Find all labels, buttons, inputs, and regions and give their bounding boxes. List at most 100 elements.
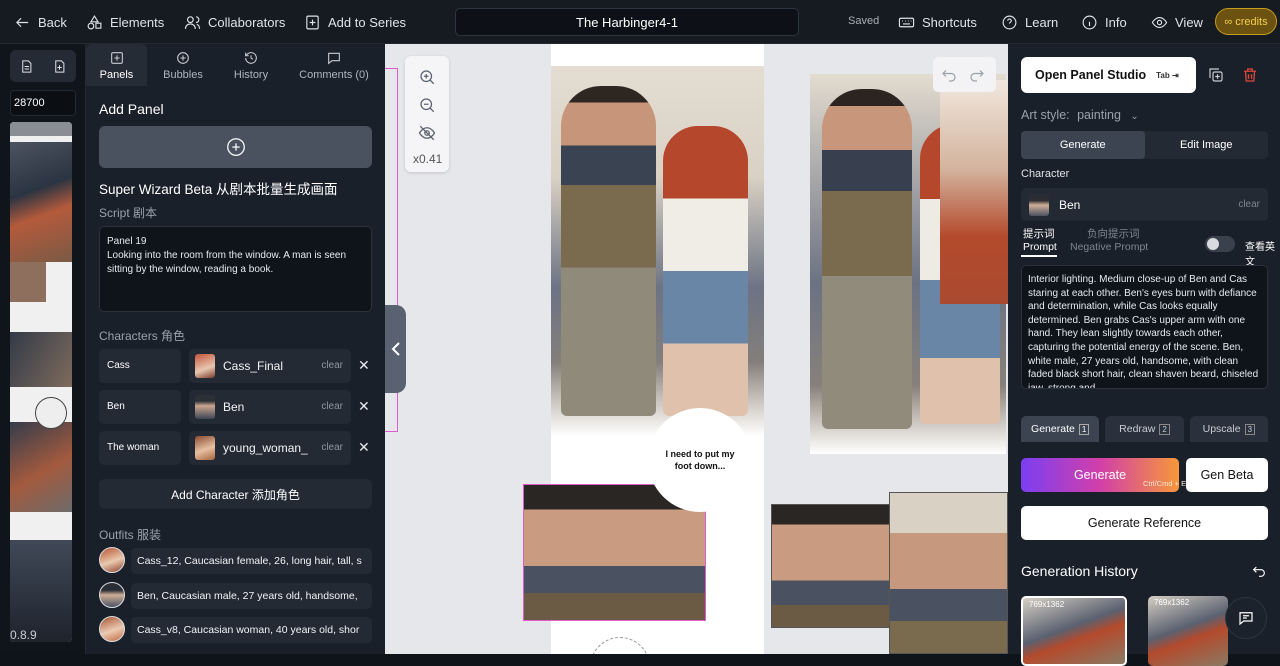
left-panel: Panels Bubbles History Comments (0) Add …: [86, 44, 385, 654]
new-page-icon[interactable]: [19, 59, 34, 74]
outfit-item[interactable]: Ben, Caucasian male, 27 years old, hands…: [99, 582, 372, 610]
tab-history[interactable]: History: [219, 44, 283, 86]
remove-character-icon[interactable]: ✕: [358, 357, 370, 374]
tab-panels[interactable]: Panels: [86, 44, 147, 86]
chat-icon: [1239, 612, 1253, 626]
history-thumbnail[interactable]: 769x1362: [1148, 596, 1228, 666]
thumbnail[interactable]: [10, 332, 72, 387]
open-panel-studio-button[interactable]: Open Panel Studio Tab ⇥: [1021, 57, 1196, 93]
right-panel: Open Panel Studio Tab ⇥ Art style: paint…: [1008, 44, 1280, 666]
character-model-select[interactable]: young_woman_ clear: [189, 431, 351, 465]
add-panel-button[interactable]: [99, 126, 372, 168]
zoom-in-icon[interactable]: [418, 68, 436, 86]
comic-panel[interactable]: [889, 492, 1008, 654]
character-row: Ben Ben clear ✕: [99, 390, 372, 424]
character-select[interactable]: Ben clear: [1021, 188, 1268, 221]
left-tabs: Panels Bubbles History Comments (0): [86, 44, 385, 86]
gen-beta-button[interactable]: Gen Beta: [1186, 458, 1268, 492]
character-figure: [822, 89, 912, 429]
thumbnail[interactable]: [10, 540, 72, 642]
tab-generate-mode[interactable]: Generate 1: [1021, 416, 1100, 442]
characters-label: Characters 角色: [99, 329, 186, 343]
character-model-select[interactable]: Cass_Final clear: [189, 349, 351, 383]
art-style-select[interactable]: Art style: painting ⌄: [1021, 108, 1139, 122]
undo-icon[interactable]: [940, 66, 958, 84]
learn-button[interactable]: Learn: [1001, 0, 1058, 44]
zoom-level: x0.41: [413, 152, 443, 166]
page-height-field[interactable]: 28700: [10, 90, 76, 116]
back-button[interactable]: Back: [14, 0, 67, 44]
prompt-textarea[interactable]: Interior lighting. Medium close-up of Be…: [1021, 265, 1268, 389]
remove-character-icon[interactable]: ✕: [358, 439, 370, 456]
tab-generate[interactable]: Generate: [1021, 131, 1145, 159]
info-icon: [1082, 15, 1097, 29]
collapse-panel-button[interactable]: [385, 305, 406, 393]
tab-prompt[interactable]: 提示词 Prompt: [1023, 228, 1057, 254]
view-button[interactable]: View: [1151, 0, 1203, 44]
clear-button[interactable]: clear: [321, 442, 343, 453]
history-thumbnail[interactable]: 769x1362: [1021, 596, 1127, 666]
trash-icon[interactable]: [1241, 66, 1259, 84]
character-name-field[interactable]: The woman: [99, 431, 181, 465]
tab-negative-prompt[interactable]: 负向提示词 Negative Prompt: [1070, 228, 1148, 254]
english-toggle-label: 查看英文: [1245, 242, 1275, 268]
tab-redraw[interactable]: Redraw 2: [1105, 416, 1184, 442]
clear-button[interactable]: clear: [1238, 199, 1260, 210]
tab-comments[interactable]: Comments (0): [283, 44, 385, 86]
credits-badge[interactable]: ∞ credits: [1215, 8, 1277, 35]
redo-icon[interactable]: [968, 66, 986, 84]
zoom-toolbar: x0.41: [405, 56, 449, 172]
generate-reference-button[interactable]: Generate Reference: [1021, 506, 1268, 540]
project-title-field[interactable]: The Harbinger4-1: [455, 8, 799, 36]
add-page-icon[interactable]: [52, 59, 67, 74]
zoom-out-icon[interactable]: [418, 96, 436, 114]
thumbnail[interactable]: [10, 422, 72, 512]
elements-button[interactable]: Elements: [86, 0, 164, 44]
script-textarea[interactable]: Panel 19 Looking into the room from the …: [99, 226, 372, 312]
page-canvas[interactable]: [385, 44, 1008, 654]
tab-upscale[interactable]: Upscale 3: [1189, 416, 1268, 442]
comic-panel-crop[interactable]: [940, 80, 1008, 304]
clear-button[interactable]: clear: [321, 360, 343, 371]
mode-tabs: Generate Edit Image: [1021, 131, 1268, 159]
character-model-select[interactable]: Ben clear: [189, 390, 351, 424]
chevron-down-icon: ⌄: [1130, 111, 1139, 122]
duplicate-icon[interactable]: [1207, 66, 1225, 84]
thumbnail[interactable]: [10, 122, 72, 136]
generate-button[interactable]: Generate Ctrl/Cmd + Enter: [1021, 458, 1199, 492]
thumbnail[interactable]: [10, 142, 72, 262]
plus-circle-icon: [226, 138, 245, 156]
remove-character-icon[interactable]: ✕: [358, 398, 370, 415]
add-panel-heading: Add Panel: [99, 101, 164, 117]
outfit-item[interactable]: Cass_v8, Caucasian woman, 40 years old, …: [99, 616, 372, 644]
character-name-field[interactable]: Cass: [99, 349, 181, 383]
chat-support-button[interactable]: [1225, 597, 1267, 639]
undo-history-icon[interactable]: [1251, 563, 1267, 579]
character-name-field[interactable]: Ben: [99, 390, 181, 424]
comic-panel[interactable]: [551, 66, 764, 436]
add-to-series-button[interactable]: Add to Series: [304, 0, 406, 44]
undo-redo-group: [933, 57, 996, 92]
collaborators-button[interactable]: Collaborators: [184, 0, 285, 44]
shortcuts-button[interactable]: Shortcuts: [898, 0, 977, 44]
prompt-tabs: 提示词 Prompt 负向提示词 Negative Prompt 查看英文: [1021, 228, 1276, 268]
outfit-item[interactable]: Cass_12, Caucasian female, 26, long hair…: [99, 547, 372, 575]
english-toggle[interactable]: [1205, 236, 1235, 252]
script-label: Script 剧本: [99, 206, 158, 220]
eye-off-icon[interactable]: [418, 124, 436, 142]
character-row: Cass Cass_Final clear ✕: [99, 349, 372, 383]
add-character-button[interactable]: Add Character 添加角色: [99, 479, 372, 509]
speech-bubble[interactable]: I need to put my foot down...: [648, 408, 752, 512]
add-square-icon: [306, 15, 319, 29]
outfits-label: Outfits 服装: [99, 528, 162, 542]
info-button[interactable]: Info: [1081, 0, 1127, 44]
active-tab-indicator: [1021, 255, 1057, 257]
strip-toolbar: [10, 50, 76, 82]
help-icon: [1002, 15, 1017, 29]
tab-edit-image[interactable]: Edit Image: [1145, 131, 1269, 159]
avatar: [1029, 194, 1049, 216]
tab-bubbles[interactable]: Bubbles: [147, 44, 219, 86]
thumbnail[interactable]: [10, 262, 46, 302]
clear-button[interactable]: clear: [321, 401, 343, 412]
page-thumbnails[interactable]: [10, 122, 72, 642]
